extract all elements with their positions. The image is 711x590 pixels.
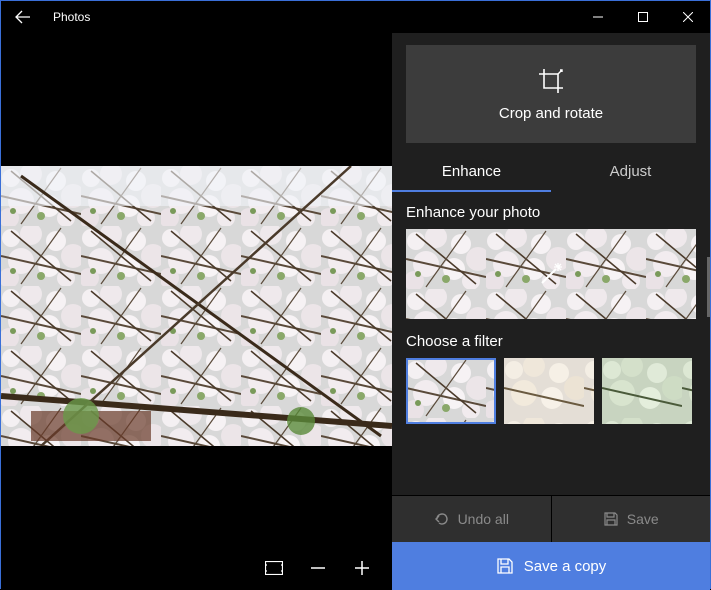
enhance-your-photo-tile[interactable]: [406, 229, 696, 319]
filter-row: [406, 358, 696, 424]
crop-and-rotate-button[interactable]: Crop and rotate: [406, 45, 696, 143]
save-copy-icon: [496, 557, 514, 575]
filter-thumb-1: [406, 358, 496, 424]
fit-to-screen-button[interactable]: [262, 556, 286, 580]
edit-tabs: Enhance Adjust: [392, 153, 710, 192]
app-title: Photos: [53, 10, 90, 24]
enhance-section-title: Enhance your photo: [406, 204, 696, 221]
fit-icon: [265, 561, 283, 575]
filters-section-title: Choose a filter: [406, 333, 696, 350]
enhance-section: Enhance your photo: [392, 192, 710, 323]
save-icon: [603, 511, 619, 527]
photo-preview-image: [1, 166, 392, 446]
minimize-icon: [593, 12, 603, 22]
zoom-in-button[interactable]: [350, 556, 374, 580]
tab-adjust[interactable]: Adjust: [551, 153, 710, 192]
filter-thumb-3: [602, 358, 692, 424]
edit-side-panel: Crop and rotate Enhance Adjust Enhance y…: [392, 33, 710, 590]
minus-icon: [310, 560, 326, 576]
save-a-copy-button[interactable]: Save a copy: [392, 542, 710, 590]
save-label: Save: [627, 511, 659, 527]
tab-enhance[interactable]: Enhance: [392, 153, 551, 192]
window-controls: [575, 1, 710, 33]
back-arrow-icon: [15, 9, 31, 25]
filter-original[interactable]: [406, 358, 496, 424]
save-button[interactable]: Save: [552, 496, 711, 542]
action-row: Undo all Save: [392, 495, 710, 542]
undo-all-button[interactable]: Undo all: [392, 496, 552, 542]
back-button[interactable]: [1, 1, 45, 33]
photo-preview-pane: [1, 33, 392, 590]
scrollbar-thumb[interactable]: [707, 257, 710, 317]
zoom-out-button[interactable]: [306, 556, 330, 580]
undo-label: Undo all: [458, 511, 509, 527]
minimize-button[interactable]: [575, 1, 620, 33]
magic-wand-icon: [538, 261, 564, 287]
title-bar: Photos: [1, 1, 710, 33]
save-copy-label: Save a copy: [524, 558, 607, 575]
maximize-icon: [638, 12, 648, 22]
plus-icon: [354, 560, 370, 576]
undo-icon: [434, 511, 450, 527]
close-button[interactable]: [665, 1, 710, 33]
filter-option-2[interactable]: [504, 358, 594, 424]
filter-thumb-2: [504, 358, 594, 424]
crop-icon: [537, 67, 565, 95]
filters-section: Choose a filter: [392, 323, 710, 424]
maximize-button[interactable]: [620, 1, 665, 33]
preview-controls: [262, 556, 374, 580]
crop-rotate-label: Crop and rotate: [499, 105, 603, 122]
filter-option-3[interactable]: [602, 358, 692, 424]
close-icon: [683, 12, 693, 22]
